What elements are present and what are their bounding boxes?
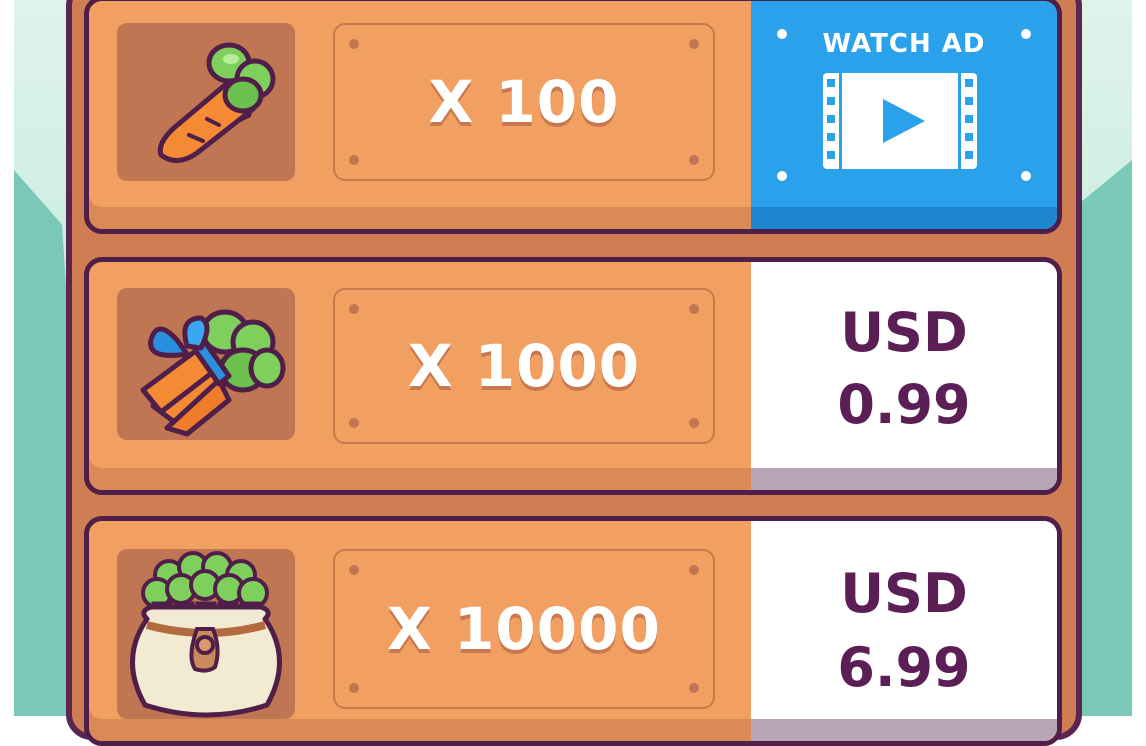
offer-icon-box [117,23,295,181]
quantity-label: X 100 [428,68,620,136]
quantity-plate: X 10000 [333,549,715,709]
offer-row-1000: X 1000 USD 0.99 [84,257,1062,495]
quantity-plate: X 1000 [333,288,715,444]
price-label: 0.99 [837,373,971,436]
watch-ad-button[interactable]: WATCH AD [751,1,1057,229]
offer-icon-box [117,288,295,440]
quantity-plate: X 100 [333,23,715,181]
video-play-icon [823,73,977,169]
watch-ad-label: WATCH AD [822,29,986,59]
single-carrot-icon [157,42,276,163]
currency-label: USD [840,301,968,364]
buy-button-6-99[interactable]: USD 6.99 [751,521,1057,741]
offer-row-10000: X 10000 USD 6.99 [84,516,1062,746]
buy-button-0-99[interactable]: USD 0.99 [751,262,1057,490]
offer-icon-box [117,549,295,719]
carrot-bundle-icon [140,309,286,437]
quantity-label: X 10000 [387,595,661,663]
carrot-sack-icon [130,551,282,718]
price-label: 6.99 [837,636,971,699]
offer-row-100: X 100 WATCH AD [84,0,1062,234]
currency-label: USD [840,562,968,625]
quantity-label: X 1000 [407,332,641,400]
